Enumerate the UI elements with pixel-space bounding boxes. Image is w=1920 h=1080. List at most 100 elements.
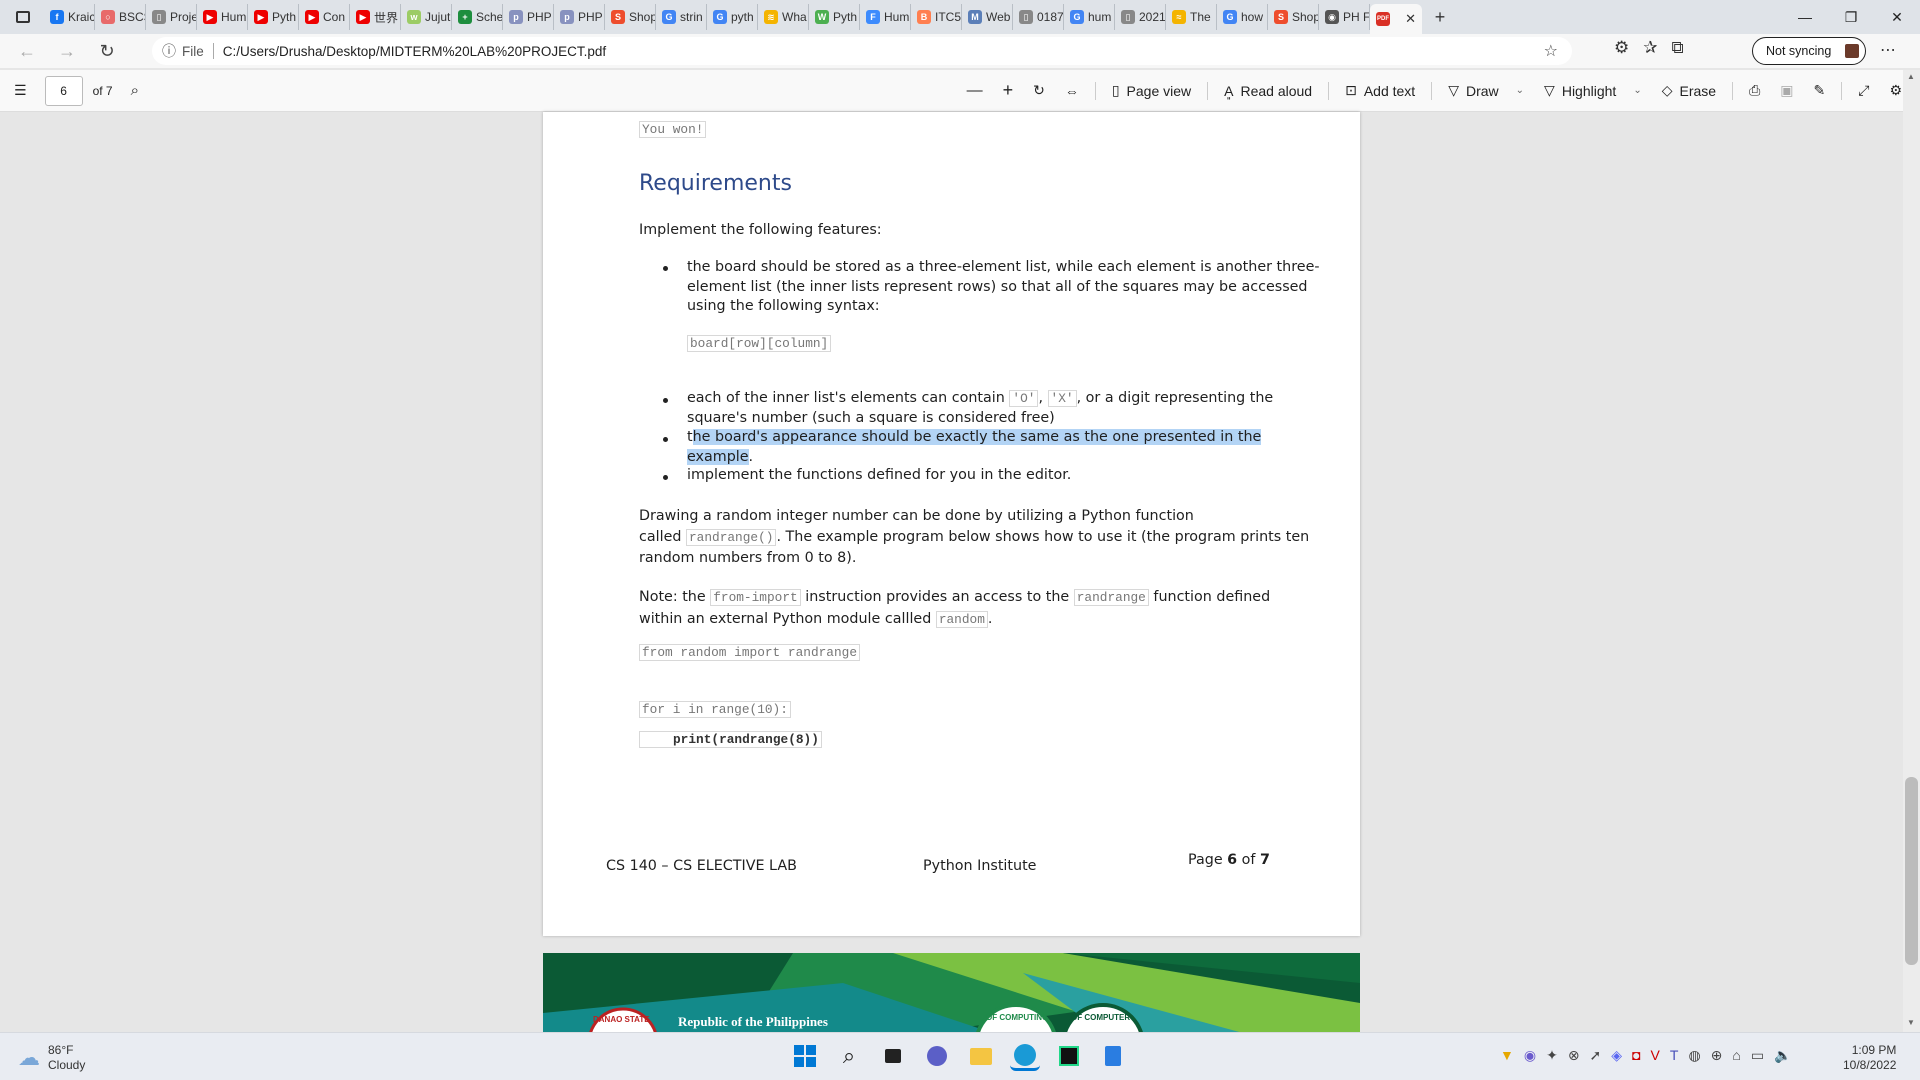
- scroll-down-icon[interactable]: ▼: [1907, 1018, 1915, 1027]
- back-button[interactable]: ←: [9, 36, 45, 66]
- tray-icon[interactable]: ◈: [1611, 1047, 1622, 1064]
- tab[interactable]: S Shop: [605, 4, 656, 30]
- refresh-button[interactable]: ↻: [89, 36, 125, 66]
- tab[interactable]: ▶ 世界: [350, 4, 401, 30]
- contents-icon[interactable]: ☰: [14, 82, 27, 99]
- tab[interactable]: + Sche: [452, 4, 503, 30]
- highlight-button[interactable]: ▽ Highlight ⌄: [1534, 75, 1652, 107]
- tab[interactable]: ▯ 2021: [1115, 4, 1166, 30]
- tab-label: Pyth: [833, 10, 858, 24]
- tab[interactable]: ▶ Con: [299, 4, 350, 30]
- scroll-up-icon[interactable]: ▲: [1907, 72, 1915, 81]
- search-icon[interactable]: ⌕: [131, 82, 139, 99]
- restore-button[interactable]: ❐: [1828, 0, 1874, 34]
- tab[interactable]: Gstrin: [656, 4, 707, 30]
- extensions-icon[interactable]: ⚙: [1614, 38, 1629, 58]
- tab[interactable]: ▶ Hum: [197, 4, 248, 30]
- edge-icon: [1014, 1043, 1036, 1066]
- tab[interactable]: ≋ Wha: [758, 4, 809, 30]
- tab[interactable]: ◉ PH F: [1319, 4, 1370, 30]
- zoom-out-button[interactable]: —: [957, 75, 993, 107]
- rotate-button[interactable]: ↻: [1023, 75, 1055, 107]
- fit-page-button[interactable]: ⇔: [1055, 75, 1089, 107]
- tray-icon[interactable]: V: [1651, 1047, 1660, 1064]
- tab[interactable]: B ITC5: [911, 4, 962, 30]
- new-tab-button[interactable]: +: [1426, 3, 1454, 31]
- tray-icon[interactable]: ▼: [1500, 1047, 1514, 1064]
- tray-icon[interactable]: ⊗: [1568, 1047, 1580, 1064]
- info-icon[interactable]: ⓘ: [162, 41, 176, 61]
- highlight-label: Highlight: [1561, 82, 1617, 99]
- tab[interactable]: Ghow: [1217, 4, 1268, 30]
- tab-actions-button[interactable]: [10, 0, 36, 34]
- chat-button[interactable]: [922, 1041, 952, 1071]
- clock[interactable]: 1:09 PM 10/8/2022: [1843, 1043, 1896, 1073]
- network-icon[interactable]: ▭: [1751, 1047, 1764, 1064]
- tray-icon[interactable]: ⊕: [1711, 1047, 1723, 1064]
- tab[interactable]: ▯ 0187: [1013, 4, 1064, 30]
- tray-icon[interactable]: ➚: [1590, 1047, 1602, 1064]
- page-number-input[interactable]: 6: [44, 75, 83, 106]
- chevron-down-icon[interactable]: ⌄: [1633, 85, 1641, 96]
- list-text: each of the inner list's elements can co…: [687, 390, 1010, 406]
- tab[interactable]: M Web: [962, 4, 1013, 30]
- weather-widget[interactable]: ☁ 86°F Cloudy: [18, 1043, 85, 1073]
- tray-icon[interactable]: ◍: [1688, 1047, 1700, 1064]
- tray-icon[interactable]: T: [1670, 1047, 1679, 1064]
- chevron-down-icon[interactable]: ⌄: [1516, 85, 1524, 96]
- url-field[interactable]: ⓘ File C:/Users/Drusha/Desktop/MIDTERM%2…: [152, 37, 1572, 65]
- vertical-scrollbar[interactable]: ▲ ▼: [1903, 70, 1920, 1032]
- save-as-button[interactable]: ✎: [1804, 75, 1836, 107]
- sync-button[interactable]: Not syncing: [1752, 37, 1866, 65]
- text-selection[interactable]: example: [687, 448, 749, 465]
- tab[interactable]: Ghum: [1064, 4, 1115, 30]
- code-snippet: board[row][column]: [687, 335, 832, 352]
- favorite-star-icon[interactable]: ☆: [1544, 41, 1558, 61]
- close-window-button[interactable]: ✕: [1874, 0, 1920, 34]
- edge-button[interactable]: [1010, 1041, 1040, 1071]
- tab[interactable]: ▶ Pyth: [248, 4, 299, 30]
- back-arrow-icon: ←: [18, 40, 36, 61]
- erase-button[interactable]: ◇ Erase: [1652, 75, 1726, 107]
- tab[interactable]: f Kraic: [44, 4, 95, 30]
- draw-button[interactable]: ▽ Draw ⌄: [1438, 75, 1534, 107]
- tab[interactable]: ≈ The: [1166, 4, 1217, 30]
- more-menu-icon[interactable]: ⋯: [1880, 40, 1896, 60]
- tab[interactable]: W Pyth: [809, 4, 860, 30]
- tab[interactable]: S Shop: [1268, 4, 1319, 30]
- forward-button[interactable]: →: [49, 36, 85, 66]
- tray-icon[interactable]: ⌂: [1732, 1047, 1740, 1064]
- file-explorer-button[interactable]: [966, 1041, 996, 1071]
- volume-icon[interactable]: 🔈: [1774, 1047, 1791, 1064]
- tab[interactable]: p PHP: [503, 4, 554, 30]
- tab[interactable]: ▯ Proje: [146, 4, 197, 30]
- scrollbar-thumb[interactable]: [1905, 777, 1918, 965]
- tab[interactable]: p PHP: [554, 4, 605, 30]
- tab[interactable]: ○ BSCS: [95, 4, 146, 30]
- zoom-in-button[interactable]: +: [993, 75, 1024, 107]
- pycharm-button[interactable]: [1054, 1041, 1084, 1071]
- url-text[interactable]: C:/Users/Drusha/Desktop/MIDTERM%20LAB%20…: [223, 44, 606, 59]
- start-button[interactable]: [790, 1041, 820, 1071]
- tab[interactable]: F Hum: [860, 4, 911, 30]
- tray-icon[interactable]: ✦: [1546, 1047, 1558, 1064]
- close-tab-icon[interactable]: ✕: [1405, 11, 1416, 27]
- tab[interactable]: w Jujut: [401, 4, 452, 30]
- print-button[interactable]: ⎙: [1739, 75, 1770, 107]
- tab-active-pdf[interactable]: PDF ✕: [1370, 4, 1422, 34]
- collections-icon[interactable]: ⧉: [1672, 38, 1684, 58]
- favorites-icon[interactable]: ✰: [1643, 38, 1657, 58]
- notepad-button[interactable]: [1098, 1041, 1128, 1071]
- task-view-button[interactable]: [878, 1041, 908, 1071]
- save-button[interactable]: ▣: [1770, 75, 1803, 107]
- add-text-button[interactable]: ⊡ Add text: [1335, 75, 1425, 107]
- tab[interactable]: Gpyth: [707, 4, 758, 30]
- minimize-button[interactable]: —: [1782, 0, 1828, 34]
- search-button[interactable]: ⌕: [834, 1041, 864, 1071]
- page-view-button[interactable]: ▯ Page view: [1102, 75, 1201, 107]
- tray-icon[interactable]: ◉: [1524, 1047, 1536, 1064]
- fullscreen-button[interactable]: ⤢: [1848, 75, 1879, 107]
- tray-icon[interactable]: ◘: [1632, 1047, 1640, 1064]
- read-aloud-button[interactable]: A͈ Read aloud: [1214, 75, 1322, 107]
- text-selection[interactable]: he board's appearance should be exactly …: [692, 429, 1262, 445]
